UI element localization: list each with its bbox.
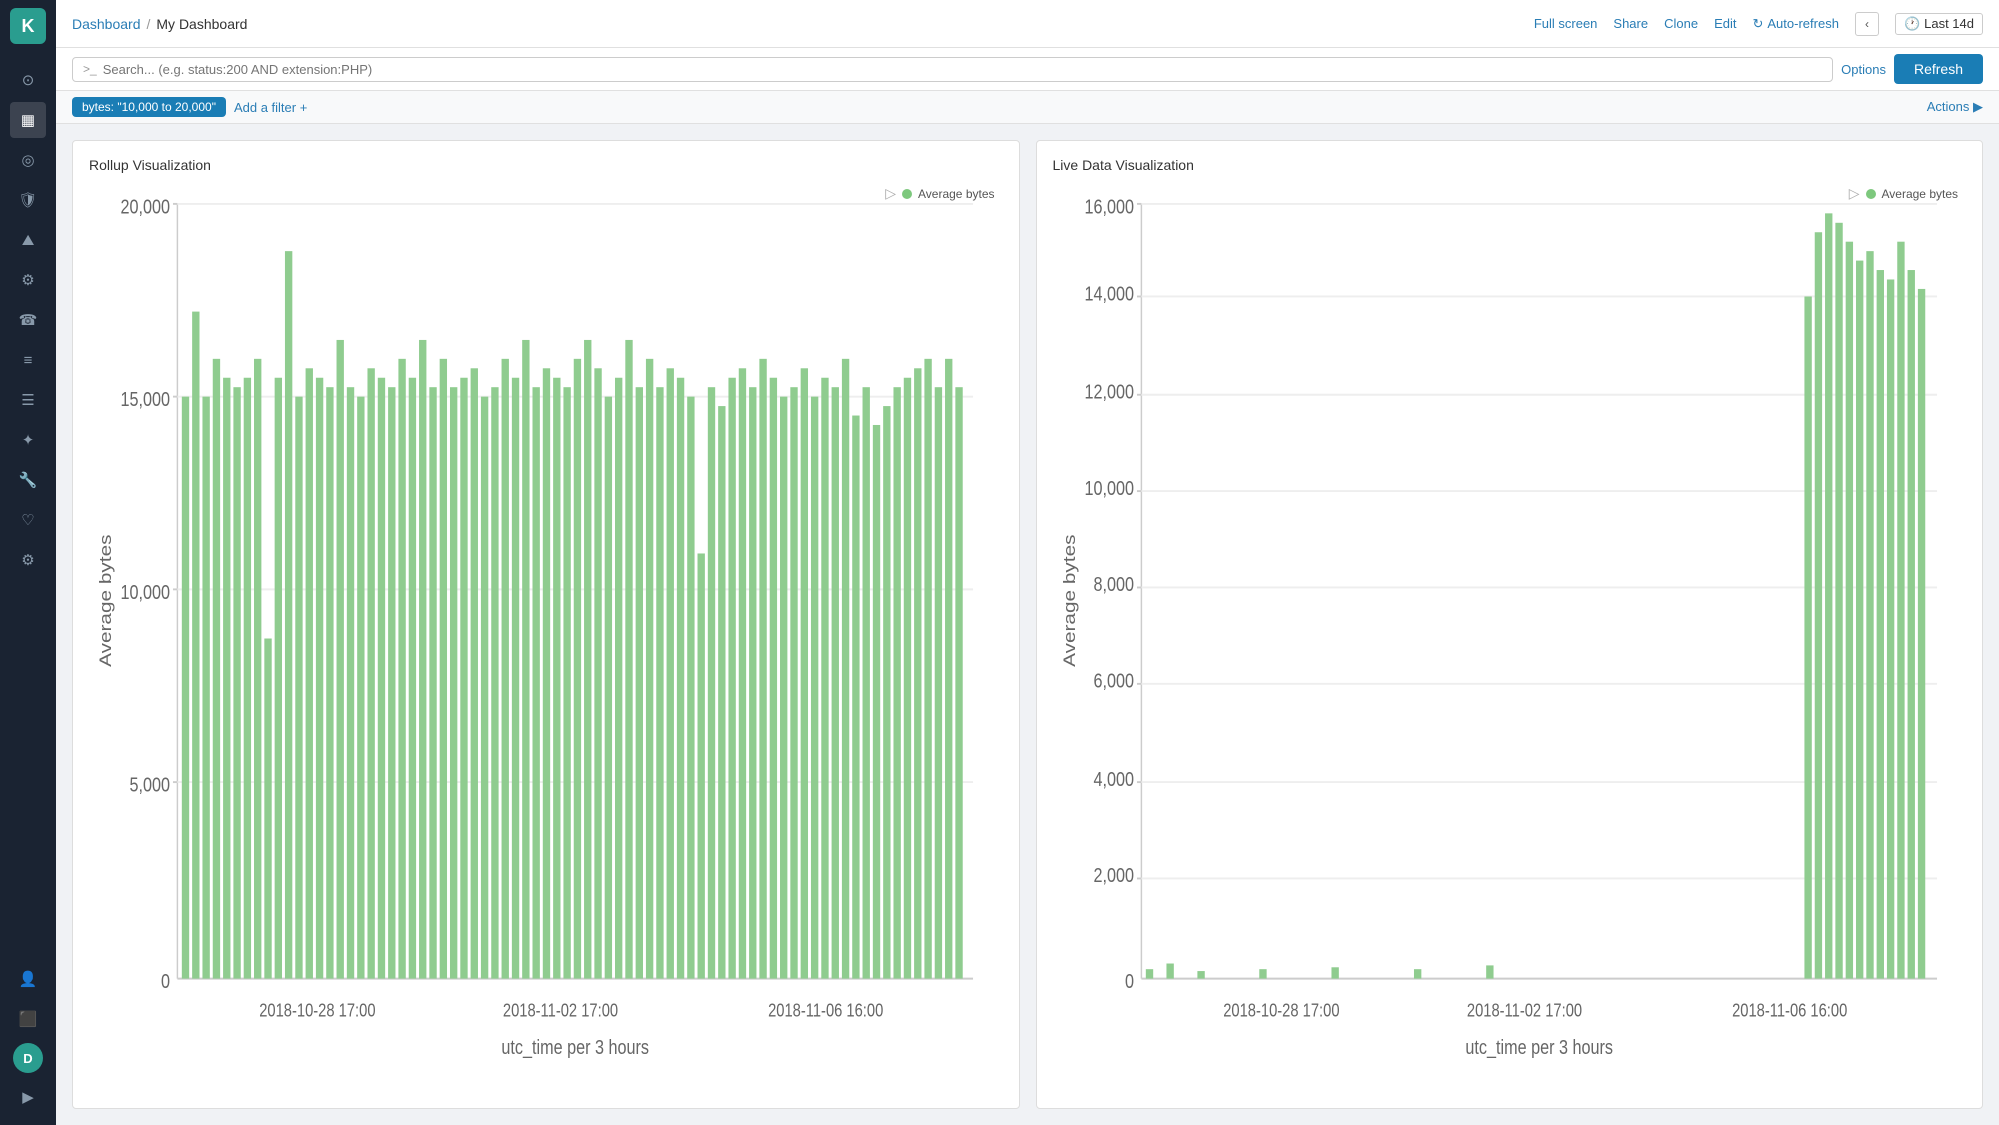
filter-left: bytes: "10,000 to 20,000" Add a filter + bbox=[72, 97, 307, 117]
svg-text:5,000: 5,000 bbox=[130, 773, 171, 796]
svg-text:2018-11-06 16:00: 2018-11-06 16:00 bbox=[768, 1000, 883, 1021]
sidebar: K ⊙ ▦ ◎ 🛡 ⛰ ⚙ ☎ ≡ ☰ ✦ 🔧 ♡ ⚙ 👤 ⬛ D ▶ bbox=[0, 0, 56, 1125]
breadcrumb-dashboard-link[interactable]: Dashboard bbox=[72, 16, 141, 32]
sidebar-item-apm[interactable]: ⚙ bbox=[10, 262, 46, 298]
nav-arrows: ‹ bbox=[1855, 12, 1879, 36]
live-chart-container: ▷ Average bytes 16,000 14,000 12,000 bbox=[1053, 185, 1967, 1092]
sidebar-item-home[interactable]: ⊙ bbox=[10, 62, 46, 98]
time-range-picker[interactable]: 🕐 Last 14d bbox=[1895, 13, 1983, 35]
svg-text:utc_time per 3 hours: utc_time per 3 hours bbox=[1465, 1035, 1613, 1060]
topbar: Dashboard / My Dashboard Full screen Sha… bbox=[56, 0, 1999, 48]
svg-text:14,000: 14,000 bbox=[1084, 281, 1134, 304]
rollup-visualization-panel: Rollup Visualization ▷ Average bytes 20,… bbox=[72, 140, 1020, 1109]
clone-button[interactable]: Clone bbox=[1664, 16, 1698, 31]
sidebar-item-uptime[interactable]: ☎ bbox=[10, 302, 46, 338]
add-filter-button[interactable]: Add a filter + bbox=[234, 100, 307, 115]
svg-text:2018-11-02 17:00: 2018-11-02 17:00 bbox=[1466, 1000, 1581, 1021]
filterbar: bytes: "10,000 to 20,000" Add a filter +… bbox=[56, 91, 1999, 124]
refresh-icon: ↻ bbox=[1752, 16, 1763, 32]
sidebar-item-user[interactable]: 👤 bbox=[10, 961, 46, 997]
svg-text:12,000: 12,000 bbox=[1084, 380, 1134, 403]
svg-text:utc_time per 3 hours: utc_time per 3 hours bbox=[501, 1035, 649, 1060]
svg-text:10,000: 10,000 bbox=[120, 580, 170, 603]
sidebar-item-alerts[interactable]: ✦ bbox=[10, 422, 46, 458]
sidebar-item-monitoring[interactable]: ♡ bbox=[10, 502, 46, 538]
main-content: Dashboard / My Dashboard Full screen Sha… bbox=[56, 0, 1999, 1125]
svg-text:10,000: 10,000 bbox=[1084, 476, 1134, 499]
sidebar-item-settings[interactable]: ⚙ bbox=[10, 542, 46, 578]
nav-prev-button[interactable]: ‹ bbox=[1855, 12, 1879, 36]
app-logo[interactable]: K bbox=[10, 8, 46, 44]
svg-text:2018-11-02 17:00: 2018-11-02 17:00 bbox=[503, 1000, 618, 1021]
search-input-wrap: >_ bbox=[72, 57, 1833, 82]
legend-color-dot bbox=[902, 189, 912, 199]
sidebar-item-logs[interactable]: ≡ bbox=[10, 342, 46, 378]
sidebar-item-signout[interactable]: ⬛ bbox=[10, 1001, 46, 1037]
rollup-chart-legend: ▷ Average bytes bbox=[885, 185, 994, 202]
search-input[interactable] bbox=[103, 62, 1822, 77]
svg-text:20,000: 20,000 bbox=[120, 194, 170, 217]
sidebar-item-play[interactable]: ▶ bbox=[10, 1079, 46, 1115]
svg-text:16,000: 16,000 bbox=[1084, 194, 1134, 217]
rollup-bars bbox=[182, 251, 963, 978]
svg-text:4,000: 4,000 bbox=[1093, 767, 1134, 790]
clock-icon: 🕐 bbox=[1904, 16, 1920, 32]
live-legend-color-dot bbox=[1866, 189, 1876, 199]
legend-expand-icon[interactable]: ▷ bbox=[885, 185, 896, 202]
svg-text:15,000: 15,000 bbox=[120, 387, 170, 410]
options-button[interactable]: Options bbox=[1841, 62, 1886, 77]
sidebar-item-shield[interactable]: 🛡 bbox=[10, 182, 46, 218]
auto-refresh-label: Auto-refresh bbox=[1767, 16, 1839, 31]
active-filter-badge[interactable]: bytes: "10,000 to 20,000" bbox=[72, 97, 226, 117]
svg-text:2,000: 2,000 bbox=[1093, 863, 1134, 886]
sidebar-item-dashboard[interactable]: ▦ bbox=[10, 102, 46, 138]
live-legend-label: Average bytes bbox=[1882, 187, 1959, 201]
live-visualization-panel: Live Data Visualization ▷ Average bytes … bbox=[1036, 140, 1984, 1109]
breadcrumb-current: My Dashboard bbox=[156, 16, 247, 32]
svg-text:2018-11-06 16:00: 2018-11-06 16:00 bbox=[1732, 1000, 1847, 1021]
sidebar-item-dev[interactable]: ☰ bbox=[10, 382, 46, 418]
legend-label: Average bytes bbox=[918, 187, 995, 201]
avatar[interactable]: D bbox=[13, 1043, 43, 1073]
live-chart-title: Live Data Visualization bbox=[1053, 157, 1967, 173]
refresh-button[interactable]: Refresh bbox=[1894, 54, 1983, 84]
svg-text:2018-10-28 17:00: 2018-10-28 17:00 bbox=[1223, 1000, 1339, 1021]
live-legend-expand-icon[interactable]: ▷ bbox=[1849, 185, 1860, 202]
live-chart-svg: 16,000 14,000 12,000 10,000 8,000 6,000 … bbox=[1053, 185, 1967, 1092]
breadcrumb-separator: / bbox=[147, 16, 151, 32]
rollup-chart-svg: 20,000 15,000 10,000 5,000 0 Average b bbox=[89, 185, 1003, 1092]
svg-text:Average bytes: Average bytes bbox=[1060, 534, 1078, 666]
live-chart-legend: ▷ Average bytes bbox=[1849, 185, 1958, 202]
time-range-label: Last 14d bbox=[1924, 16, 1974, 31]
share-button[interactable]: Share bbox=[1613, 16, 1648, 31]
full-screen-button[interactable]: Full screen bbox=[1534, 16, 1598, 31]
rollup-chart-title: Rollup Visualization bbox=[89, 157, 1003, 173]
svg-text:6,000: 6,000 bbox=[1093, 669, 1134, 692]
svg-text:2018-10-28 17:00: 2018-10-28 17:00 bbox=[259, 1000, 375, 1021]
rollup-chart-container: ▷ Average bytes 20,000 15,000 10,000 bbox=[89, 185, 1003, 1092]
auto-refresh-button[interactable]: ↻ Auto-refresh bbox=[1752, 16, 1838, 32]
actions-button[interactable]: Actions ▶ bbox=[1927, 99, 1983, 115]
svg-text:8,000: 8,000 bbox=[1093, 572, 1134, 595]
sidebar-item-maps[interactable]: ⛰ bbox=[10, 222, 46, 258]
sidebar-item-management[interactable]: 🔧 bbox=[10, 462, 46, 498]
sidebar-item-discover[interactable]: ◎ bbox=[10, 142, 46, 178]
charts-area: Rollup Visualization ▷ Average bytes 20,… bbox=[56, 124, 1999, 1125]
live-bars bbox=[1145, 213, 1924, 978]
edit-button[interactable]: Edit bbox=[1714, 16, 1736, 31]
searchbar: >_ Options Refresh bbox=[56, 48, 1999, 91]
svg-text:0: 0 bbox=[1125, 969, 1134, 992]
svg-text:0: 0 bbox=[161, 969, 170, 992]
breadcrumb: Dashboard / My Dashboard bbox=[72, 16, 247, 32]
topbar-actions: Full screen Share Clone Edit ↻ Auto-refr… bbox=[1534, 12, 1983, 36]
svg-text:Average bytes: Average bytes bbox=[96, 534, 114, 666]
search-prompt-icon: >_ bbox=[83, 62, 97, 76]
